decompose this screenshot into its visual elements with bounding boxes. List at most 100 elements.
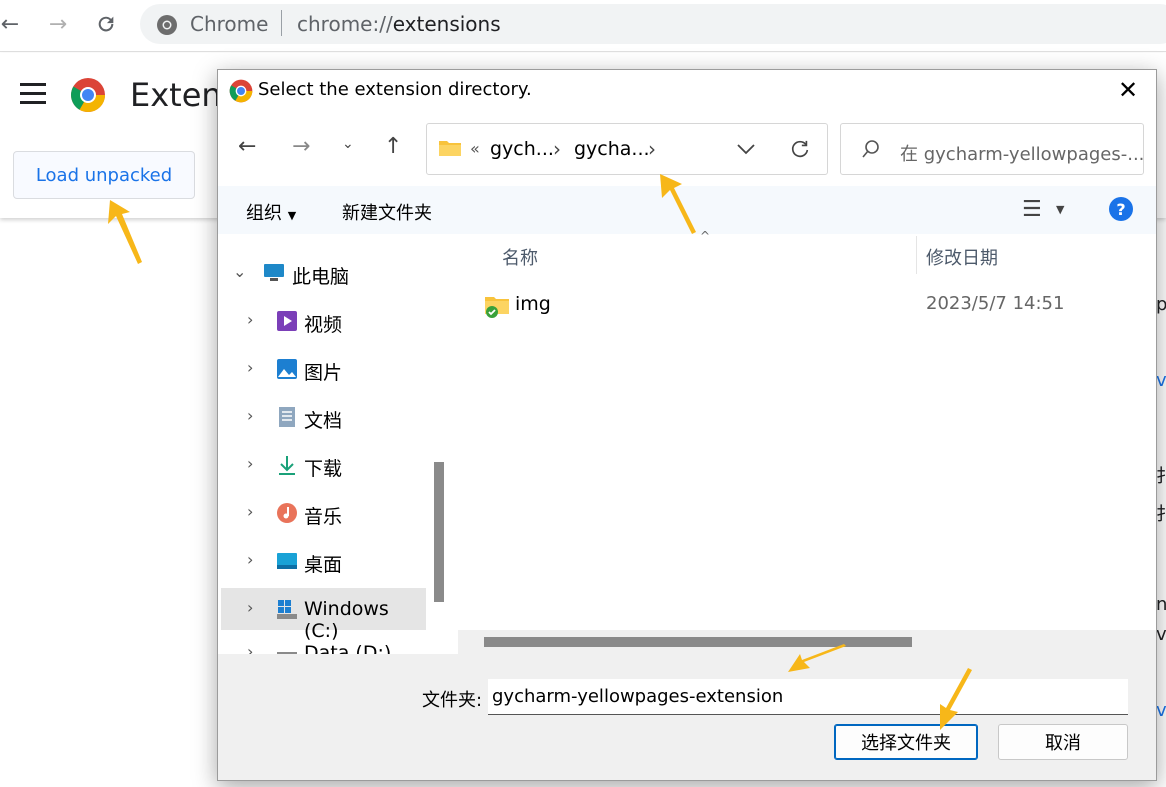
dialog-footer — [218, 654, 1156, 780]
close-icon[interactable]: ✕ — [1118, 78, 1138, 102]
computer-icon — [264, 264, 284, 281]
page-fragment: 扌 — [1156, 466, 1166, 487]
tree-item-label: 下载 — [304, 458, 343, 480]
breadcrumb-separator: › — [648, 137, 656, 161]
arrow-left-icon: ← — [0, 11, 20, 37]
tree-item-label: Data (D:) — [304, 642, 392, 654]
breadcrumb-separator: › — [553, 137, 561, 161]
page-fragment: vi — [1156, 624, 1166, 645]
folder-input[interactable] — [488, 679, 1128, 715]
chevron-right-icon[interactable]: › — [247, 598, 253, 617]
dialog-title: Select the extension directory. — [258, 79, 532, 100]
dialog-back-button[interactable]: ← — [238, 134, 256, 159]
tree-item-desktop[interactable]: › 桌面 — [221, 540, 426, 582]
page-fragment: 扌 — [1156, 504, 1166, 525]
drive-icon — [277, 600, 297, 619]
view-options-icon[interactable]: ☰ — [1022, 197, 1042, 222]
refresh-icon[interactable] — [789, 139, 811, 161]
tree-item-label: 音乐 — [304, 506, 343, 528]
annotation-arrow-icon — [940, 668, 972, 730]
hamburger-menu-icon[interactable] — [20, 83, 46, 105]
cancel-button[interactable]: 取消 — [998, 724, 1128, 760]
chevron-down-icon[interactable]: ⌄ — [233, 262, 246, 281]
tree-scrollbar[interactable] — [434, 462, 444, 602]
drive-icon — [277, 652, 297, 654]
file-name: img — [515, 293, 551, 315]
tree-item-data-d[interactable]: › Data (D:) — [221, 634, 426, 654]
page-fragment: vi — [1156, 700, 1166, 721]
tree-item-label: 图片 — [304, 362, 343, 384]
chevron-right-icon[interactable]: › — [247, 454, 253, 473]
reload-button[interactable] — [90, 8, 122, 40]
music-icon — [277, 503, 297, 523]
download-icon — [279, 456, 295, 475]
column-header-name[interactable]: 名称 — [502, 244, 538, 270]
page-fragment: vi — [1156, 370, 1166, 391]
back-button[interactable]: ← — [0, 8, 26, 40]
load-unpacked-button[interactable]: Load unpacked — [13, 151, 195, 199]
omnibox-separator — [281, 10, 282, 36]
chevron-right-icon[interactable]: › — [247, 358, 253, 377]
picture-icon — [277, 359, 297, 379]
annotation-arrow-icon — [660, 174, 696, 234]
organize-menu[interactable]: 组织 ▼ — [246, 199, 296, 225]
dialog-forward-button[interactable]: → — [292, 134, 310, 159]
annotation-arrow-icon — [788, 644, 846, 672]
document-icon — [279, 407, 295, 427]
dropdown-caret-icon[interactable]: ▼ — [1056, 203, 1064, 216]
file-row[interactable]: img 2023/5/7 14:51 — [478, 288, 1156, 322]
tree-item-label: 此电脑 — [292, 266, 350, 288]
organize-label: 组织 — [246, 203, 282, 224]
chevron-down-icon[interactable] — [736, 142, 756, 156]
chevron-right-icon[interactable]: › — [247, 406, 253, 425]
file-modified: 2023/5/7 14:51 — [926, 293, 1065, 314]
tree-item-label: 桌面 — [304, 554, 343, 576]
omnibox[interactable] — [140, 4, 1166, 44]
folder-synced-icon — [485, 297, 509, 318]
column-divider[interactable] — [916, 236, 917, 274]
tree-item-downloads[interactable]: › 下载 — [221, 444, 426, 486]
url-path: extensions — [392, 12, 501, 36]
search-icon — [862, 140, 879, 158]
tree-item-label: 文档 — [304, 410, 343, 432]
sort-chevron-up-icon: ^ — [700, 229, 711, 243]
folder-label: 文件夹: — [422, 690, 483, 711]
chevron-right-icon[interactable]: › — [247, 642, 253, 654]
tree-item-windows-c[interactable]: › Windows (C:) — [221, 588, 426, 642]
chrome-logo-icon — [71, 78, 105, 112]
breadcrumb-segment[interactable]: gycha... — [574, 138, 650, 160]
tree-item-pictures[interactable]: › 图片 — [221, 348, 426, 390]
tree-item-videos[interactable]: › 视频 — [221, 300, 426, 342]
folder-icon — [439, 141, 461, 156]
column-header-modified[interactable]: 修改日期 — [926, 244, 998, 270]
forward-button[interactable]: → — [42, 8, 74, 40]
browser-toolbar: ← → Chrome chrome://extensions — [0, 0, 1166, 52]
breadcrumb-overflow[interactable]: « — [470, 139, 480, 158]
url-scheme: chrome:// — [297, 12, 393, 36]
video-icon — [277, 311, 297, 331]
up-folder-button[interactable]: ↑ — [384, 134, 402, 159]
search-placeholder: 在 gycharm-yellowpages-... — [900, 144, 1145, 165]
omnibox-url[interactable]: chrome://extensions — [297, 12, 501, 36]
tree-item-documents[interactable]: › 文档 — [221, 396, 426, 438]
chrome-logo-icon — [229, 79, 253, 103]
page-fragment: p — [1156, 294, 1166, 315]
chevron-right-icon[interactable]: › — [247, 310, 253, 329]
desktop-icon — [277, 553, 297, 569]
omnibox-site-name: Chrome — [190, 12, 269, 36]
chrome-site-icon — [157, 15, 177, 35]
help-icon[interactable]: ? — [1109, 197, 1133, 221]
chevron-right-icon[interactable]: › — [247, 502, 253, 521]
page-fragment: n — [1156, 594, 1166, 615]
reload-icon — [98, 16, 114, 32]
annotation-arrow-icon — [108, 200, 142, 264]
chevron-right-icon[interactable]: › — [247, 550, 253, 569]
dropdown-caret-icon: ▼ — [287, 209, 297, 222]
breadcrumb-segment[interactable]: gych... — [490, 138, 554, 160]
arrow-right-icon: → — [48, 11, 68, 37]
tree-item-label: 视频 — [304, 314, 343, 336]
new-folder-button[interactable]: 新建文件夹 — [342, 199, 432, 225]
tree-item-this-pc[interactable]: ⌄ 此电脑 — [221, 252, 426, 294]
tree-item-music[interactable]: › 音乐 — [221, 492, 426, 534]
recent-locations-chevron-icon[interactable]: ⌄ — [342, 136, 354, 152]
